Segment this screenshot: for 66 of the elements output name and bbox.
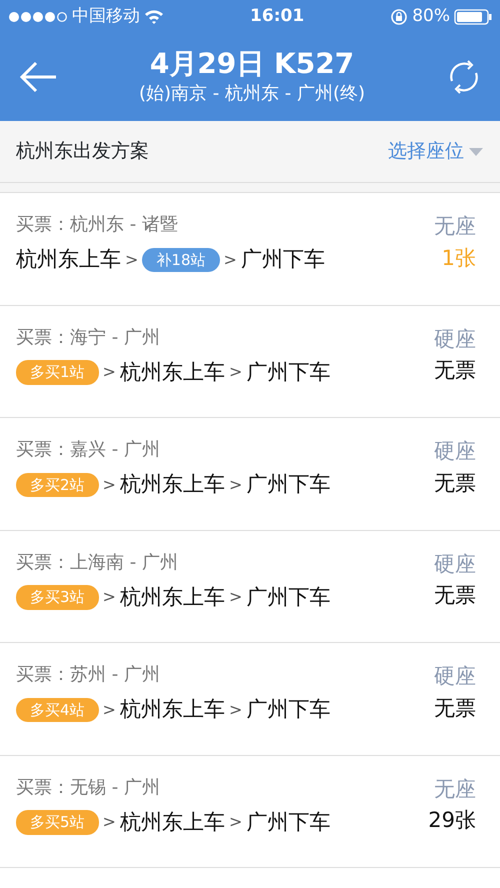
plan-row[interactable]: 买票：苏州 - 广州 多买4站 > 杭州东上车 > 广州下车 硬座 无票 (0, 643, 500, 756)
arrow-text: > (228, 811, 242, 834)
ticket-count: 无票 (434, 357, 476, 384)
ticket-route-label: 买票：上海南 - 广州 (16, 552, 178, 572)
station-label: 杭州东上车 (120, 358, 225, 386)
rotation-lock-icon (390, 8, 408, 26)
station-label: 杭州东上车 (120, 808, 225, 836)
ticket-count: 无票 (434, 470, 476, 496)
ticket-route-label: 买票：无锡 - 广州 (16, 776, 160, 798)
seat-type: 硬座 (434, 663, 476, 690)
battery-percent: 80% (412, 4, 450, 28)
station-label: 杭州东上车 (120, 584, 225, 610)
ticket-count: 无票 (434, 694, 476, 722)
ticket-route-label: 买票：嘉兴 - 广州 (16, 439, 160, 460)
arrow-text: > (228, 698, 242, 721)
dropdown-caret-icon (468, 146, 484, 156)
page-title: 4月29日 K527 (150, 46, 354, 80)
plan-row[interactable]: 买票：无锡 - 广州 多买5站 > 杭州东上车 > 广州下车 无座 29张 (0, 756, 500, 868)
plan-row[interactable]: 买票：上海南 - 广州 多买3站 > 杭州东上车 > 广州下车 硬座 无票 (0, 530, 500, 643)
back-button[interactable] (18, 61, 58, 93)
seat-type: 硬座 (434, 326, 476, 352)
station-label: 广州下车 (246, 358, 330, 386)
arrow-text: > (102, 361, 116, 384)
signal-icon (8, 10, 68, 22)
station-tag: 多买1站 (16, 360, 99, 384)
route-subtitle: (始)南京 - 杭州东 - 广州(终) (139, 82, 365, 106)
station-label: 杭州东上车 (120, 696, 225, 723)
clock-time: 16:01 (250, 4, 304, 28)
ticket-count: 1张 (442, 244, 476, 272)
ticket-route-label: 买票：苏州 - 广州 (16, 664, 160, 685)
station-label: 广州下车 (240, 246, 325, 273)
seat-type: 无座 (434, 776, 476, 802)
plan-row[interactable]: 买票：杭州东 - 诸暨 杭州东上车 > 补18站 > 广州下车 无座 1张 (0, 193, 500, 306)
carrier-name: 中国移动 (72, 4, 140, 28)
ticket-route-label: 买票：海宁 - 广州 (16, 326, 160, 348)
ticket-count: 29张 (428, 807, 476, 834)
station-tag: 多买2站 (16, 472, 99, 497)
wifi-icon (144, 9, 164, 24)
ticket-route-label: 买票：杭州东 - 诸暨 (16, 214, 178, 235)
arrow-text: > (102, 586, 116, 608)
arrow-text: > (125, 248, 138, 271)
ticket-count: 无票 (434, 582, 476, 609)
arrow-text: > (228, 474, 242, 496)
arrow-text: > (224, 248, 237, 271)
station-tag: 多买4站 (16, 698, 99, 722)
arrow-text: > (102, 698, 116, 721)
seat-type: 硬座 (434, 438, 476, 465)
battery-icon (454, 8, 492, 24)
station-label: 广州下车 (246, 471, 330, 498)
station-label: 杭州东上车 (16, 246, 121, 273)
arrow-text: > (102, 474, 116, 496)
seat-type: 硬座 (434, 550, 476, 578)
station-tag: 补18站 (142, 248, 220, 272)
arrow-text: > (228, 361, 242, 384)
plan-row[interactable]: 买票：嘉兴 - 广州 多买2站 > 杭州东上车 > 广州下车 硬座 无票 (0, 418, 500, 530)
station-tag: 多买5站 (16, 810, 99, 834)
station-label: 广州下车 (246, 808, 330, 836)
station-tag: 多买3站 (16, 585, 99, 610)
station-label: 广州下车 (246, 696, 330, 723)
seat-type: 无座 (434, 213, 476, 240)
arrow-text: > (102, 811, 116, 834)
station-label: 杭州东上车 (120, 471, 225, 498)
arrow-text: > (228, 586, 242, 608)
section-title: 杭州东出发方案 (16, 139, 149, 164)
station-label: 广州下车 (246, 584, 330, 610)
plan-row[interactable]: 买票：海宁 - 广州 多买1站 > 杭州东上车 > 广州下车 硬座 无票 (0, 306, 500, 418)
